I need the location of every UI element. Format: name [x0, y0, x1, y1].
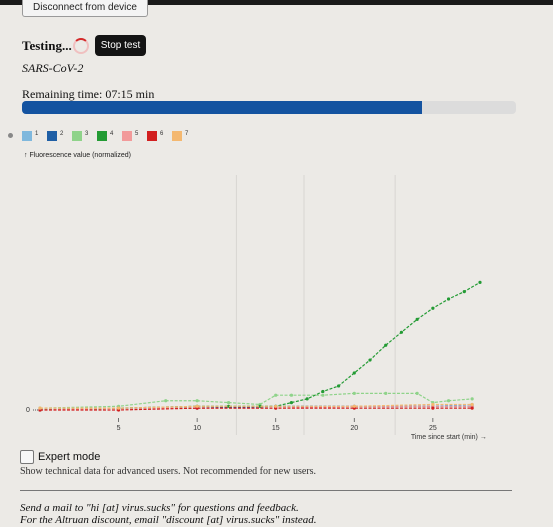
series-4-point: [446, 297, 451, 301]
series-4-point: [289, 401, 294, 405]
fluorescence-chart: 0 5 10 15 20 25 Time since start (min) →: [26, 175, 487, 441]
series-7-point: [195, 404, 199, 408]
series-4-point: [321, 389, 325, 394]
legend-swatch: [122, 131, 132, 141]
series-7-point: [352, 404, 356, 408]
legend-swatch: [172, 131, 182, 141]
x-tick-label: 10: [193, 425, 201, 432]
legend-label: 2: [60, 131, 64, 137]
series-4-point: [399, 330, 404, 334]
progress-bar: [22, 101, 516, 114]
series-7-point: [38, 406, 42, 410]
legend-bullet-icon: [8, 133, 13, 138]
loading-spinner-icon: [73, 38, 89, 54]
test-status-label: Testing...: [22, 38, 72, 53]
y-tick-label: 0: [26, 407, 30, 414]
x-tick-label: 15: [272, 425, 280, 432]
series-3-point: [384, 391, 388, 395]
series-4-point: [431, 306, 435, 310]
remaining-time: Remaining time: 07:15 min: [22, 87, 155, 101]
series-7-point: [116, 406, 121, 410]
expert-mode-label[interactable]: Expert mode: [38, 451, 100, 463]
legend-swatch: [147, 131, 157, 141]
legend-label: 7: [185, 131, 189, 137]
expert-mode-description: Show technical data for advanced users. …: [20, 466, 317, 477]
series-4-point: [462, 290, 466, 294]
series-4-point: [305, 397, 309, 401]
series-3-point: [164, 399, 168, 403]
series-4-line: [39, 281, 481, 411]
legend-label: 6: [160, 131, 164, 137]
expert-mode-checkbox[interactable]: [20, 450, 34, 464]
series-6-point: [431, 406, 435, 410]
legend-label: 4: [110, 131, 114, 137]
x-tick-label: 20: [350, 425, 358, 432]
series-7-point: [431, 402, 435, 407]
series-3-point: [470, 397, 474, 401]
series-4-point: [384, 343, 388, 347]
stop-test-button[interactable]: Stop test: [95, 35, 146, 56]
series-3-point: [226, 401, 231, 405]
legend-label: 5: [135, 131, 139, 137]
disconnect-button[interactable]: Disconnect from device: [22, 0, 148, 17]
progress-bar-fill: [22, 101, 423, 114]
divider: [20, 490, 512, 491]
x-tick-label: 5: [117, 425, 121, 432]
legend-swatch: [22, 131, 32, 141]
series-4-point: [352, 371, 356, 375]
x-tick-label: 25: [429, 425, 437, 432]
series-3-point: [274, 393, 278, 397]
series-7-point: [274, 404, 278, 408]
series-4-point: [336, 384, 341, 388]
test-name: SARS-CoV-2: [22, 61, 84, 75]
series-3-point: [446, 399, 451, 403]
series-3-point: [289, 393, 294, 397]
legend-label: 1: [35, 131, 39, 137]
legend-swatch: [47, 131, 57, 141]
series-3-point: [321, 393, 325, 397]
y-axis-label: ↑ Fluorescence value (normalized): [24, 152, 131, 159]
series-4-point: [415, 317, 419, 321]
series-3-point: [415, 391, 419, 395]
legend-label: 3: [85, 131, 89, 137]
series-4-point: [368, 358, 372, 362]
series-6-point: [470, 406, 474, 410]
legend-swatch: [72, 131, 82, 141]
legend-swatch: [97, 131, 107, 141]
series-7-point: [470, 402, 474, 407]
discount-text: For the Altruan discount, email "discoun…: [20, 514, 317, 526]
x-axis-label: Time since start (min) →: [411, 434, 487, 441]
contact-text: Send a mail to "hi [at] virus.sucks" for…: [20, 502, 299, 514]
series-3-point: [352, 391, 356, 395]
series-4-point: [478, 280, 482, 284]
series-3-point: [195, 399, 199, 403]
